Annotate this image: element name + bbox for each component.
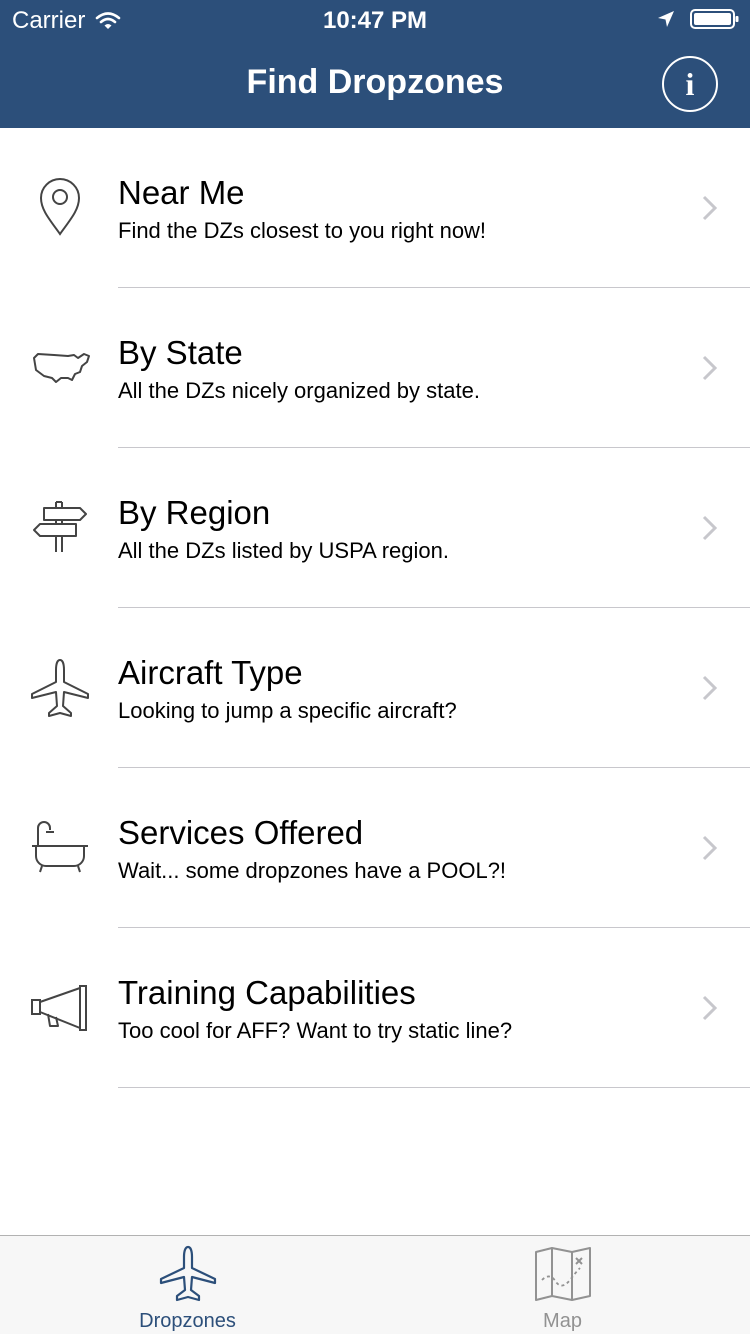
search-options-list: Near Me Find the DZs closest to you righ…: [0, 128, 750, 1088]
chevron-right-icon: [702, 675, 718, 701]
list-item-by-region[interactable]: By Region All the DZs listed by USPA reg…: [0, 448, 750, 608]
list-item-subtitle: Too cool for AFF? Want to try static lin…: [118, 1018, 513, 1043]
list-item-aircraft-type[interactable]: Aircraft Type Looking to jump a specific…: [0, 608, 750, 768]
battery-icon: [690, 9, 739, 29]
list-item-subtitle: All the DZs listed by USPA region.: [118, 538, 449, 563]
list-item-title: Near Me: [118, 174, 245, 211]
signpost-icon: [33, 501, 87, 552]
info-button[interactable]: i: [662, 56, 718, 112]
location-pin-icon: [39, 178, 81, 236]
info-icon: i: [685, 65, 695, 102]
chevron-right-icon: [702, 355, 718, 381]
page-title: Find Dropzones: [246, 63, 504, 101]
airplane-icon: [31, 659, 89, 717]
list-item-services-offered[interactable]: Services Offered Wait... some dropzones …: [0, 768, 750, 928]
list-item-title: Services Offered: [118, 814, 364, 851]
status-right: [656, 8, 740, 30]
list-item-subtitle: All the DZs nicely organized by state.: [118, 378, 480, 403]
tab-label: Map: [543, 1310, 582, 1332]
list-item-near-me[interactable]: Near Me Find the DZs closest to you righ…: [0, 128, 750, 288]
status-bar: Carrier 10:47 PM: [0, 0, 750, 40]
row-separator: [118, 1087, 750, 1088]
chevron-right-icon: [702, 835, 718, 861]
list-item-title: By Region: [118, 494, 271, 531]
list-item-subtitle: Looking to jump a specific aircraft?: [118, 698, 457, 723]
chevron-right-icon: [702, 515, 718, 541]
location-arrow-icon: [658, 11, 674, 27]
list-item-subtitle: Find the DZs closest to you right now!: [118, 218, 487, 243]
airplane-icon: [159, 1245, 217, 1302]
tab-map[interactable]: Map: [375, 1236, 750, 1334]
status-time: 10:47 PM: [322, 7, 428, 34]
megaphone-icon: [31, 985, 87, 1031]
tab-bar: Dropzones Map: [0, 1235, 750, 1334]
bathtub-icon: [32, 821, 88, 873]
chevron-right-icon: [702, 995, 718, 1021]
chevron-right-icon: [702, 195, 718, 221]
list-item-subtitle: Wait... some dropzones have a POOL?!: [118, 858, 507, 883]
tab-dropzones[interactable]: Dropzones: [0, 1236, 375, 1334]
list-item-by-state[interactable]: By State All the DZs nicely organized by…: [0, 288, 750, 448]
navigation-header: Carrier 10:47 PM Find Dropzones i: [0, 0, 750, 128]
usa-map-icon: [33, 353, 90, 383]
list-item-title: By State: [118, 334, 243, 371]
list-item-title: Aircraft Type: [118, 654, 303, 691]
list-item-training-capabilities[interactable]: Training Capabilities Too cool for AFF? …: [0, 928, 750, 1088]
list-item-title: Training Capabilities: [118, 974, 416, 1011]
tab-label: Dropzones: [139, 1310, 236, 1332]
treasure-map-icon: [535, 1247, 591, 1301]
